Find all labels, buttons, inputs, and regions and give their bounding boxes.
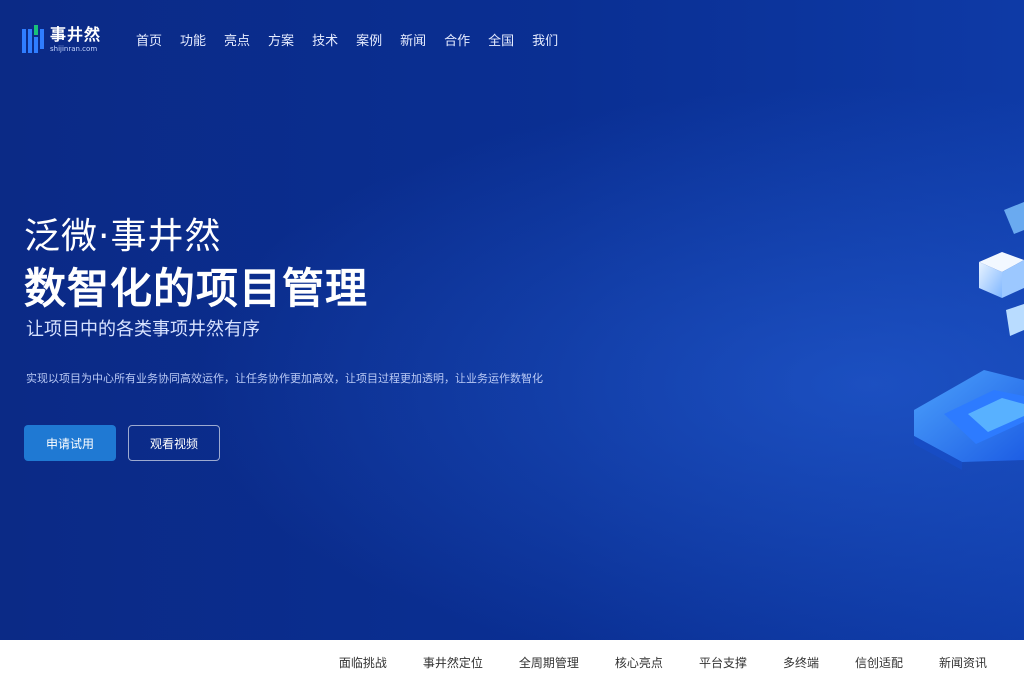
nav-item-cases[interactable]: 案例 — [356, 30, 382, 49]
subnav-item-challenges[interactable]: 面临挑战 — [339, 654, 387, 671]
nav-item-features[interactable]: 功能 — [180, 30, 206, 49]
nav-item-partners[interactable]: 合作 — [444, 30, 470, 49]
subnav-item-multi-terminal[interactable]: 多终端 — [783, 654, 819, 671]
watch-video-button[interactable]: 观看视频 — [128, 425, 220, 461]
logo-name: 事井然 — [50, 25, 102, 44]
subnav-item-positioning[interactable]: 事井然定位 — [423, 654, 483, 671]
brand-logo[interactable]: 事井然 shijinran.com — [22, 23, 112, 57]
main-nav: 首页 功能 亮点 方案 技术 案例 新闻 合作 全国 我们 — [136, 30, 576, 49]
nav-item-technology[interactable]: 技术 — [312, 30, 338, 49]
nav-item-highlights[interactable]: 亮点 — [224, 30, 250, 49]
subnav-item-xinchuang[interactable]: 信创适配 — [855, 654, 903, 671]
subnav-item-lifecycle[interactable]: 全周期管理 — [519, 654, 579, 671]
decorative-cubes-illustration — [914, 202, 1024, 470]
nav-item-news[interactable]: 新闻 — [400, 30, 426, 49]
nav-item-about[interactable]: 我们 — [532, 30, 558, 49]
hero-subheadline: 让项目中的各类事项井然有序 — [26, 319, 260, 340]
apply-trial-button[interactable]: 申请试用 — [24, 425, 116, 461]
subnav-item-platform[interactable]: 平台支撑 — [699, 654, 747, 671]
subnav-item-core-highlights[interactable]: 核心亮点 — [615, 654, 663, 671]
hero-description: 实现以项目为中心所有业务协同高效运作，让任务协作更加高效，让项目过程更加透明，让… — [26, 372, 543, 385]
section-subnav: 面临挑战 事井然定位 全周期管理 核心亮点 平台支撑 多终端 信创适配 新闻资讯 — [0, 640, 1024, 685]
hero-headline: 数智化的项目管理 — [24, 264, 369, 313]
nav-item-home[interactable]: 首页 — [136, 30, 162, 49]
hero-brand-title: 泛微·事井然 — [24, 216, 222, 257]
logo-text: 事井然 shijinran.com — [50, 27, 101, 53]
hero-banner: 事井然 shijinran.com 首页 功能 亮点 方案 技术 案例 新闻 合… — [0, 0, 1024, 640]
nav-item-nationwide[interactable]: 全国 — [488, 30, 514, 49]
logo-domain: shijinran.com — [50, 45, 98, 53]
subnav-item-news[interactable]: 新闻资讯 — [939, 654, 987, 671]
nav-item-solutions[interactable]: 方案 — [268, 30, 294, 49]
logo-grid-icon — [22, 25, 44, 55]
